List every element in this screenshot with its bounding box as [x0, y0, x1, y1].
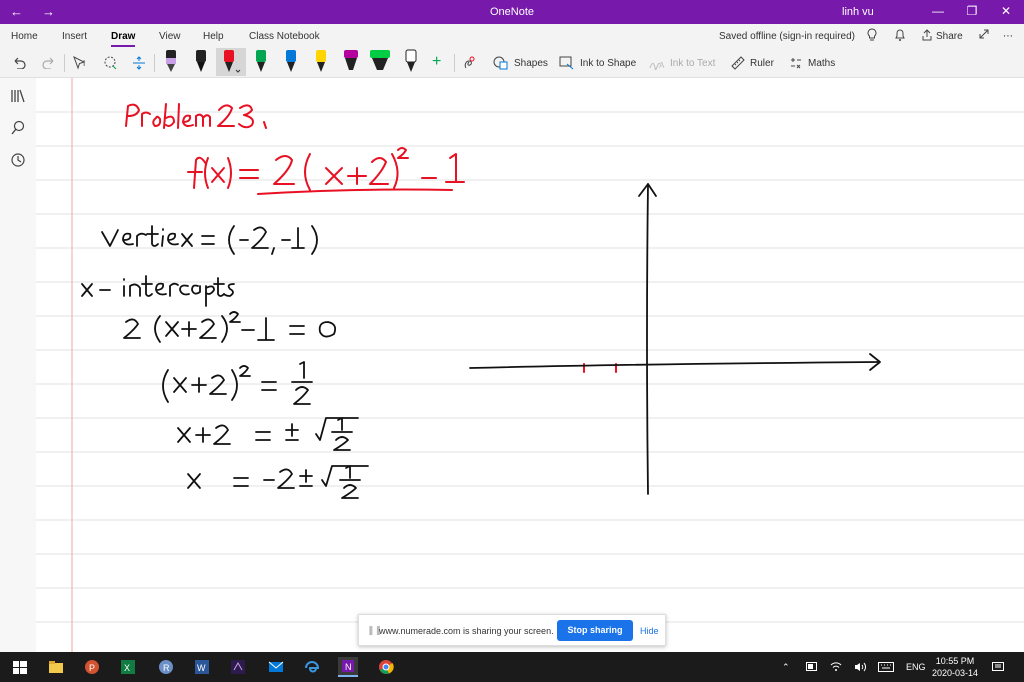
shapes-icon — [493, 56, 508, 70]
sync-status[interactable]: Saved offline (sign-in required) — [719, 31, 855, 42]
system-clock[interactable]: 10:55 PM 2020-03-14 — [932, 655, 978, 679]
pen-green-icon[interactable] — [250, 48, 272, 76]
pen-black-icon[interactable] — [160, 48, 182, 76]
screen-share-notification: ❚❚ www.numerade.com is sharing your scre… — [358, 614, 666, 646]
ink-to-text-button[interactable]: A Ink to Text — [649, 56, 715, 70]
excel-icon[interactable]: X — [118, 657, 138, 677]
pen-black-3-icon[interactable] — [400, 48, 422, 76]
lasso-select-icon[interactable] — [102, 56, 118, 73]
hide-button[interactable]: Hide — [640, 626, 659, 636]
black-ink-strokes — [81, 183, 881, 499]
tab-class-notebook[interactable]: Class Notebook — [249, 31, 320, 42]
bell-icon[interactable] — [894, 28, 906, 45]
file-explorer-icon[interactable] — [46, 657, 66, 677]
maths-button[interactable]: Maths — [789, 56, 835, 70]
pen-blue-icon[interactable] — [280, 48, 302, 76]
share-message: www.numerade.com is sharing your screen. — [379, 626, 554, 636]
note-page[interactable] — [36, 78, 1024, 652]
tab-help[interactable]: Help — [203, 31, 224, 42]
pen-red-selected-icon[interactable] — [216, 48, 246, 76]
ink-to-shape-icon — [559, 56, 574, 70]
powerpoint-icon[interactable]: P — [82, 657, 102, 677]
highlighter-purple-icon[interactable] — [340, 48, 362, 76]
ink-to-shape-button[interactable]: Ink to Shape — [559, 56, 636, 70]
x-axis — [469, 361, 879, 369]
svg-text:P: P — [89, 663, 95, 673]
add-pen-icon[interactable]: + — [432, 53, 441, 71]
mail-icon[interactable] — [266, 657, 286, 677]
restore-icon[interactable]: ❐ — [962, 4, 982, 18]
onenote-icon[interactable]: N — [338, 657, 358, 677]
volume-icon[interactable] — [854, 662, 866, 674]
word-icon[interactable]: W — [192, 657, 212, 677]
vs-icon[interactable] — [228, 657, 248, 677]
maths-icon — [791, 58, 801, 69]
svg-text:I: I — [83, 59, 85, 68]
ruler-icon — [731, 56, 745, 70]
notifications-icon[interactable] — [992, 662, 1004, 674]
share-icon[interactable] — [921, 28, 933, 45]
chrome-icon[interactable] — [376, 657, 396, 677]
notebooks-icon[interactable] — [10, 88, 26, 104]
undo-icon[interactable] — [12, 56, 26, 72]
type-select-icon[interactable]: I — [72, 55, 90, 73]
title-bar: ← → OneNote linh vu — ❐ ✕ — [0, 0, 1024, 24]
tab-view[interactable]: View — [159, 31, 181, 42]
ink-2 — [217, 104, 235, 127]
highlighter-green-icon[interactable] — [368, 48, 390, 76]
lightbulb-icon[interactable] — [866, 28, 878, 45]
clock-date: 2020-03-14 — [932, 668, 979, 678]
edge-icon[interactable] — [302, 657, 322, 677]
ink-3 — [238, 104, 254, 129]
navigation-sidebar — [0, 78, 36, 652]
tab-home[interactable]: Home — [11, 31, 38, 42]
svg-text:N: N — [345, 662, 352, 672]
network-icon[interactable] — [830, 662, 842, 674]
close-icon[interactable]: ✕ — [996, 4, 1016, 18]
windows-icon[interactable] — [10, 657, 30, 677]
expand-icon[interactable] — [978, 28, 990, 43]
red-ink-strokes — [125, 103, 617, 373]
keyboard-icon[interactable] — [878, 662, 894, 674]
shapes-button[interactable]: Shapes — [493, 56, 548, 70]
svg-text:R: R — [163, 663, 170, 673]
recent-icon[interactable] — [10, 152, 26, 168]
pen-black-2-icon[interactable] — [190, 48, 212, 76]
share-button[interactable]: Share — [936, 31, 963, 42]
battery-icon[interactable] — [806, 662, 818, 673]
windows-taskbar: P X R W N ⌃ ENG 10:55 PM 2020-03-14 — [0, 652, 1024, 682]
ink-to-text-icon: A — [649, 61, 665, 70]
pen-yellow-icon[interactable] — [310, 48, 332, 76]
svg-text:W: W — [197, 663, 206, 673]
language-indicator[interactable]: ENG — [906, 662, 926, 672]
ink-canvas[interactable] — [36, 78, 1024, 652]
svg-text:A: A — [659, 61, 665, 70]
ink-P — [125, 103, 140, 127]
svg-text:X: X — [124, 663, 130, 673]
ruler-button[interactable]: Ruler — [731, 56, 774, 70]
r-icon[interactable]: R — [156, 657, 176, 677]
draw-toolbar: I + Shapes Ink to Shape A Ink to Text Ru… — [0, 48, 1024, 78]
tab-insert[interactable]: Insert — [62, 31, 87, 42]
user-name[interactable]: linh vu — [842, 6, 874, 18]
tab-draw[interactable]: Draw — [111, 31, 136, 47]
ribbon-tabs: Home Insert Draw View Help Class Noteboo… — [0, 24, 1024, 48]
y-axis — [646, 183, 649, 495]
clock-time: 10:55 PM — [935, 656, 975, 666]
stop-sharing-button[interactable]: Stop sharing — [557, 620, 633, 641]
insert-space-icon[interactable] — [132, 56, 146, 73]
ink-replay-icon[interactable] — [462, 56, 476, 73]
redo-icon[interactable] — [42, 56, 56, 72]
search-icon[interactable] — [10, 120, 26, 136]
show-hidden-icons-icon[interactable]: ⌃ — [782, 662, 790, 673]
minimize-icon[interactable]: — — [928, 4, 948, 18]
more-options-icon[interactable]: ⋯ — [1003, 31, 1013, 42]
